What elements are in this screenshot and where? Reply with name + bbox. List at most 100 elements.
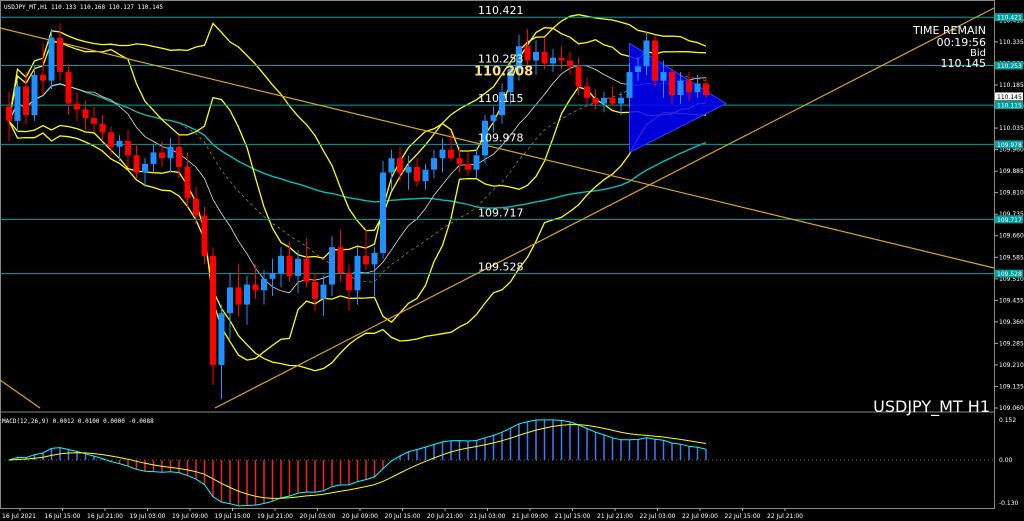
price-marker-label: 110.253	[997, 63, 1022, 70]
time-tick-label: 22 Jul 09:00	[682, 513, 718, 520]
candle-bull	[405, 166, 412, 173]
bid-value: 110.145	[941, 57, 987, 70]
bollinger-lower-outer	[8, 111, 707, 372]
time-tick-label: 20 Jul 09:00	[342, 513, 378, 520]
macd-tick-label: 0.00	[999, 457, 1013, 464]
candle-bear	[337, 247, 344, 274]
candle-bull	[473, 155, 480, 170]
time-tick-label: 19 Jul 15:00	[215, 513, 251, 520]
candle-bull	[354, 255, 361, 291]
price-tick-label: 109.810	[999, 190, 1024, 197]
candle-bear	[6, 106, 12, 121]
candle-bear	[456, 158, 463, 164]
price-chart[interactable]: 110.421 110.253 110.208 110.115 109.978 109.7…	[0, 0, 1024, 521]
candle-bear	[346, 273, 352, 291]
indicator-lines	[8, 14, 707, 372]
time-tick-label: 19 Jul 03:00	[130, 513, 166, 520]
candle-bull	[533, 51, 539, 61]
candle-bear	[193, 198, 199, 216]
trend-line-corner	[0, 379, 41, 409]
candle-bull	[431, 158, 437, 170]
candle-bull	[694, 83, 701, 93]
candle-bear	[541, 51, 548, 64]
time-tick-label: 22 Jul 15:00	[725, 513, 761, 520]
candle-bull	[244, 284, 250, 305]
candle-bear	[201, 215, 208, 256]
level-label: 110.115	[478, 92, 524, 105]
candle-bear	[210, 255, 216, 365]
candle-bull	[48, 37, 55, 81]
candle-bear	[74, 103, 80, 110]
candle-bull	[618, 97, 624, 104]
macd-tick-label: -0.130	[999, 500, 1019, 507]
chart-info-header: USDJPY_MT,H1 110.133 110.168 110.127 110…	[4, 4, 163, 11]
candle-bull	[167, 146, 174, 159]
time-tick-label: 21 Jul 21:00	[597, 513, 633, 520]
time-tick-label: 20 Jul 15:00	[385, 513, 421, 520]
candle-bear	[609, 97, 616, 104]
candle-bear	[235, 287, 242, 305]
candle-bull	[142, 163, 148, 173]
macd-tick-label: 0.152	[999, 417, 1016, 424]
level-label: 109.978	[478, 131, 524, 144]
candle-bull	[490, 115, 497, 121]
price-tick-label: 110.185	[999, 82, 1024, 89]
candle-bull	[439, 149, 446, 159]
candle-bear	[65, 72, 72, 104]
time-tick-label: 22 Jul 21:00	[767, 513, 803, 520]
candle-bear	[524, 46, 531, 61]
price-tick-label: 110.035	[999, 125, 1024, 132]
candle-bear	[252, 284, 259, 291]
price-marker-label: 109.717	[997, 217, 1022, 224]
price-marker-label: 110.115	[997, 103, 1022, 110]
time-tick-label: 16 Jul 15:00	[45, 513, 81, 520]
time-tick-label: 19 Jul 09:00	[172, 513, 208, 520]
candle-bear	[592, 97, 599, 104]
level-label: 110.421	[478, 4, 524, 17]
candle-bear	[125, 140, 131, 156]
candle-bear	[176, 146, 182, 167]
trend-line-up	[214, 7, 995, 409]
candle-bear	[23, 86, 29, 116]
candle-bull	[550, 57, 556, 64]
level-label: 109.528	[478, 261, 524, 274]
candlesticks	[6, 23, 709, 400]
candle-bear	[40, 74, 46, 81]
time-tick-label: 20 Jul 21:00	[427, 513, 463, 520]
candle-bull	[278, 255, 284, 274]
candle-bear	[363, 255, 369, 265]
price-tick-label: 110.335	[999, 39, 1024, 46]
candle-bear	[303, 258, 310, 282]
candle-bull	[626, 72, 633, 98]
price-tick-label: 109.285	[999, 340, 1024, 347]
candle-bear	[686, 80, 692, 93]
candle-bull	[261, 278, 267, 291]
candle-bear	[133, 155, 140, 173]
candle-bear	[99, 123, 106, 133]
candle-bear	[108, 132, 114, 147]
price-axis: 110.410110.335110.260110.185110.110110.0…	[994, 13, 1024, 412]
candle-bear	[184, 166, 191, 199]
candle-bear	[465, 163, 471, 170]
time-tick-label: 16 Jul 21:00	[87, 513, 123, 520]
candle-bear	[312, 281, 318, 299]
candle-bull	[14, 86, 21, 121]
candle-bull	[422, 169, 429, 182]
price-tick-label: 109.135	[999, 383, 1024, 390]
price-marker-label: 110.421	[997, 15, 1022, 22]
candle-bull	[31, 74, 38, 116]
price-tick-label: 109.060	[999, 405, 1024, 412]
candle-bull	[227, 287, 233, 314]
candle-bear	[414, 166, 420, 182]
candle-bull	[150, 152, 157, 164]
price-marker-label: 109.978	[997, 142, 1022, 149]
time-tick-label: 19 Jul 21:00	[257, 513, 293, 520]
price-marker-label: 110.145	[997, 94, 1022, 101]
level-label: 110.208	[474, 64, 533, 79]
candle-bull	[116, 140, 123, 147]
time-axis: 16 Jul 2021 16 Jul 15:00 16 Jul 21:00 19 Ju…	[2, 508, 803, 520]
candle-bull	[295, 258, 301, 276]
candle-bear	[567, 60, 573, 67]
candle-bull	[677, 80, 684, 96]
candle-bear	[286, 255, 293, 276]
